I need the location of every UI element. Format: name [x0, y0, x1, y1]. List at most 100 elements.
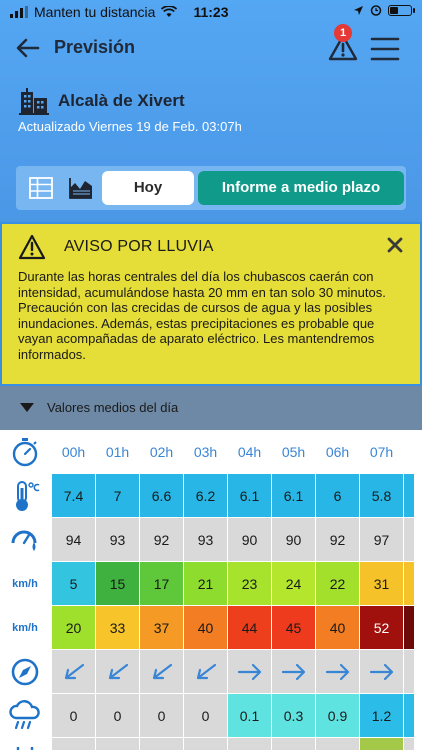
- humidity-cell: 90: [272, 518, 315, 561]
- rain-cell: 0: [96, 694, 139, 737]
- warning-title: AVISO POR LLUVIA: [64, 238, 214, 255]
- wind-direction-cell: [360, 650, 403, 693]
- rain-cell: 0: [52, 694, 95, 737]
- accum-cell: 0: [184, 738, 227, 750]
- accum-cell: 0: [140, 738, 183, 750]
- humidity-cell: 92: [316, 518, 359, 561]
- wind-direction-cell: [272, 650, 315, 693]
- wind-cell: 21: [184, 562, 227, 605]
- arrow-right-icon: [281, 663, 307, 681]
- gust-cell: 33: [96, 606, 139, 649]
- gust-cell: 37: [140, 606, 183, 649]
- hours-cell: 01h: [105, 443, 130, 460]
- rain-gauge-icon: [0, 738, 50, 750]
- chart-view-icon[interactable]: [68, 176, 94, 200]
- menu-icon[interactable]: [370, 36, 400, 62]
- app-bar: Previsión 1: [0, 24, 422, 68]
- wind-cell: 5: [52, 562, 95, 605]
- city-buildings-icon: [18, 86, 50, 116]
- alarm-icon: [370, 4, 382, 16]
- humidity-cell: 90: [228, 518, 271, 561]
- wind-direction-cell: [228, 650, 271, 693]
- section-title: Valores medios del día: [47, 400, 179, 415]
- temperature-cell: 6.1: [272, 474, 315, 517]
- temperature-cell: 7.4: [52, 474, 95, 517]
- rain-cell: 1.2: [360, 694, 403, 737]
- city-name: Alcalà de Xivert: [58, 91, 185, 110]
- wind-direction-cell: [184, 650, 227, 693]
- hours-cell: 07h: [369, 443, 394, 460]
- hours-cell: 06h: [325, 443, 350, 460]
- gust-cell: 45: [272, 606, 315, 649]
- hours-cell: 02h: [149, 443, 174, 460]
- rain-cell: 0.1: [228, 694, 271, 737]
- overflow-cell: [404, 650, 414, 693]
- table-view-icon[interactable]: [28, 176, 54, 200]
- rain-cell: 0: [184, 694, 227, 737]
- warning-triangle-icon: [18, 234, 46, 260]
- overflow-cell: [404, 738, 414, 750]
- arrow-down-left-icon: [62, 661, 86, 683]
- gust-cell: 52: [360, 606, 403, 649]
- wind-cell: 24: [272, 562, 315, 605]
- arrow-right-icon: [325, 663, 351, 681]
- warning-text: Durante las horas centrales del día los …: [18, 269, 386, 362]
- overflow-cell: [404, 606, 414, 649]
- status-bar: Manten tu distancia 11:23: [0, 0, 422, 24]
- hours-cell: 04h: [237, 443, 262, 460]
- back-arrow-icon[interactable]: [14, 34, 42, 62]
- overflow-cell: [404, 474, 414, 517]
- temperature-cell: 5.8: [360, 474, 403, 517]
- rain-cloud-icon: [0, 694, 50, 738]
- overflow-cell: [404, 430, 414, 473]
- humidity-cell: 97: [360, 518, 403, 561]
- close-icon[interactable]: [386, 236, 404, 254]
- rain-warning-panel: AVISO POR LLUVIA Durante las horas centr…: [0, 222, 422, 386]
- view-toolbar: Hoy Informe a medio plazo: [16, 166, 406, 210]
- accum-cell: 1: [360, 738, 403, 750]
- updated-timestamp: Actualizado Viernes 19 de Feb. 03:07h: [18, 119, 242, 134]
- temperature-cell: 6.2: [184, 474, 227, 517]
- accum-cell: 0: [52, 738, 95, 750]
- wind-unit-label: km/h: [12, 578, 38, 590]
- humidity-cell: 93: [184, 518, 227, 561]
- wind-cell: 31: [360, 562, 403, 605]
- humidity-cell: 94: [52, 518, 95, 561]
- rain-cell: 0.9: [316, 694, 359, 737]
- location-arrow-icon: [353, 5, 364, 16]
- accum-cell: 0: [272, 738, 315, 750]
- rain-cell: 0: [140, 694, 183, 737]
- page-title: Previsión: [54, 37, 136, 57]
- wind-cell: 15: [96, 562, 139, 605]
- hours-cell: 03h: [193, 443, 218, 460]
- medium-term-report-button[interactable]: Informe a medio plazo: [198, 171, 404, 205]
- temperature-cell: 6: [316, 474, 359, 517]
- today-tab-button[interactable]: Hoy: [102, 171, 194, 205]
- daily-averages-section-header[interactable]: Valores medios del día: [0, 386, 422, 430]
- alert-count-badge: 1: [334, 24, 352, 42]
- battery-icon: [388, 4, 415, 16]
- arrow-right-icon: [369, 663, 395, 681]
- hourly-forecast-table: km/h km/h 00h 01h 02h 03h 04h 05h 06h 07h 7.4 7 6.…: [0, 430, 422, 750]
- wind-direction-cell: [140, 650, 183, 693]
- gust-cell: 44: [228, 606, 271, 649]
- humidity-gauge-icon: [0, 518, 50, 562]
- wind-direction-cell: [52, 650, 95, 693]
- humidity-cell: 93: [96, 518, 139, 561]
- caret-down-icon: [20, 403, 34, 412]
- overflow-cell: [404, 694, 414, 737]
- gust-cell: 20: [52, 606, 95, 649]
- arrow-down-left-icon: [150, 661, 174, 683]
- temperature-cell: 6.6: [140, 474, 183, 517]
- accum-cell: 0: [228, 738, 271, 750]
- temperature-cell: 7: [96, 474, 139, 517]
- arrow-right-icon: [237, 663, 263, 681]
- wind-direction-cell: [96, 650, 139, 693]
- thermometer-icon: [0, 474, 50, 518]
- accum-cell: 0: [316, 738, 359, 750]
- wind-direction-cell: [316, 650, 359, 693]
- overflow-cell: [404, 562, 414, 605]
- wind-cell: 17: [140, 562, 183, 605]
- humidity-cell: 92: [140, 518, 183, 561]
- rain-cell: 0.3: [272, 694, 315, 737]
